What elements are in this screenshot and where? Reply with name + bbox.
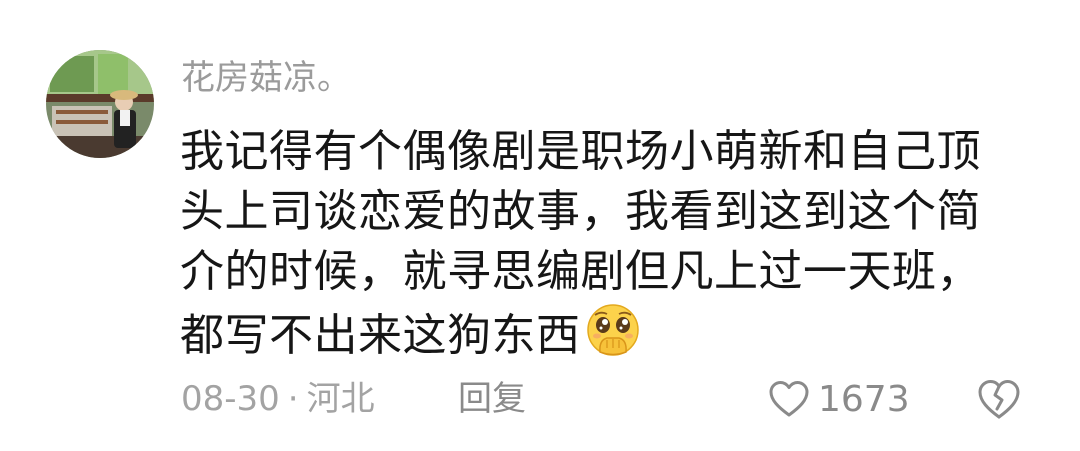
comment-line: 介的时候，就寻思编剧但凡上过一天班， bbox=[180, 246, 981, 297]
like-button[interactable]: 1673 bbox=[768, 374, 910, 424]
comment-line-last: 都写不出来这狗东西 bbox=[180, 302, 1020, 366]
comment-date: 08-30 bbox=[181, 379, 280, 419]
avatar[interactable] bbox=[46, 50, 154, 158]
comment-location: 河北 bbox=[306, 379, 375, 419]
heart-outline-icon bbox=[769, 381, 809, 417]
comment-card: 花房菇凉。 我记得有个偶像剧是职场小萌新和自己顶 头上司谈恋爱的故事，我看到这到… bbox=[0, 0, 1080, 451]
comment-line: 头上司谈恋爱的故事，我看到这到这个简 bbox=[180, 186, 981, 237]
comment-line: 我记得有个偶像剧是职场小萌新和自己顶 bbox=[180, 126, 981, 177]
username[interactable]: 花房菇凉。 bbox=[181, 56, 351, 100]
comment-text: 我记得有个偶像剧是职场小萌新和自己顶 头上司谈恋爱的故事，我看到这到这个简 介的… bbox=[180, 122, 1020, 366]
pleading-hand-over-mouth-emoji bbox=[586, 304, 639, 356]
meta-separator: · bbox=[287, 379, 299, 419]
like-count: 1673 bbox=[818, 378, 910, 420]
broken-heart-icon[interactable] bbox=[976, 377, 1022, 421]
comment-line: 都写不出来这狗东西 bbox=[180, 310, 581, 361]
comment-meta: 08-30 · 河北 bbox=[181, 374, 375, 424]
reply-button[interactable]: 回复 bbox=[458, 374, 526, 424]
